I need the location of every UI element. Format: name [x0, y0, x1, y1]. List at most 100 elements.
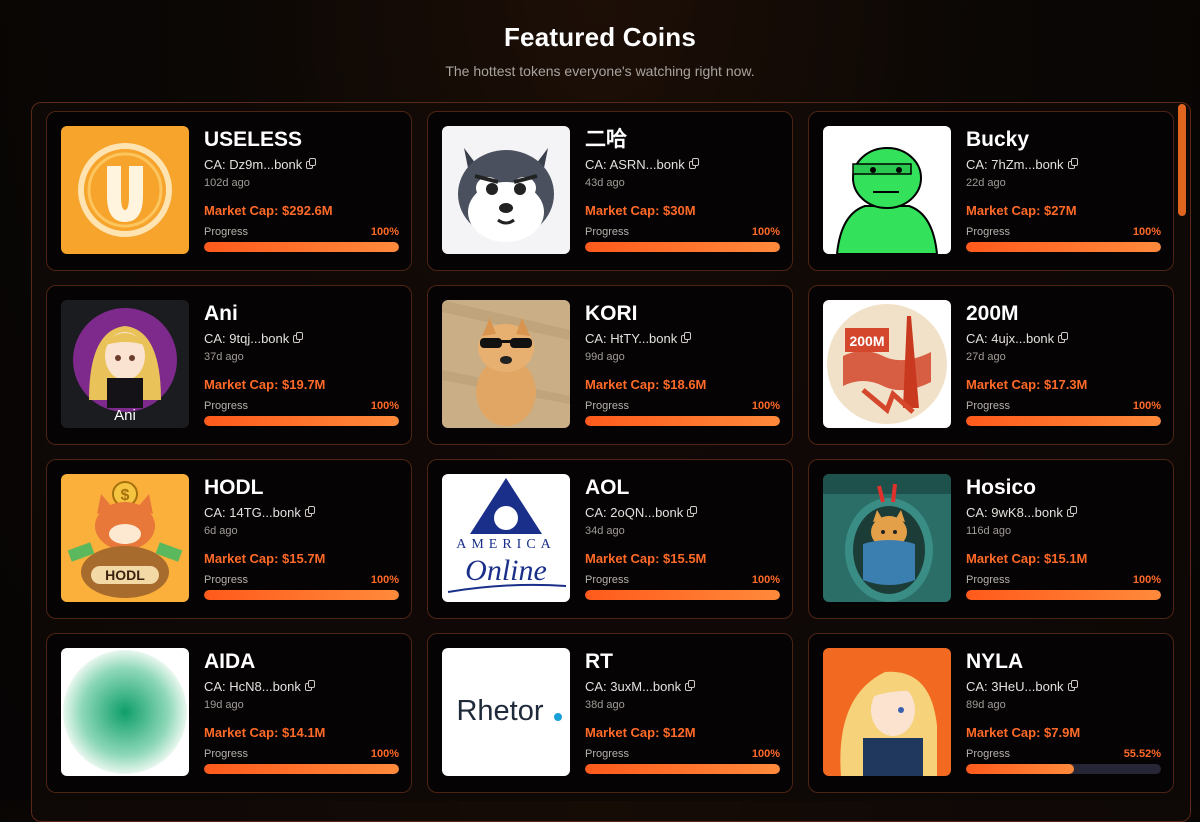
coin-image[interactable]	[442, 300, 570, 428]
copy-icon[interactable]	[688, 158, 700, 170]
progress-bar	[204, 242, 399, 252]
coin-image[interactable]: AMERICA Online	[442, 474, 570, 602]
progress-label: Progress	[585, 574, 630, 586]
copy-icon[interactable]	[1066, 506, 1078, 518]
copy-icon[interactable]	[687, 506, 698, 518]
scrollbar[interactable]	[1178, 104, 1186, 801]
page-subtitle: The hottest tokens everyone's watching r…	[445, 63, 755, 79]
coin-name[interactable]: Ani	[204, 301, 399, 327]
coin-card[interactable]: Ani Ani CA: 9tqj...bonk 37d ago Market C…	[46, 285, 412, 445]
coin-name[interactable]: RT	[585, 649, 780, 675]
progress-bar	[966, 590, 1161, 600]
coin-image[interactable]: Rhetor	[442, 648, 570, 776]
progress-fill	[585, 590, 780, 600]
coin-card[interactable]: AMERICA Online AOL CA: 2oQN...bonk 34d a…	[427, 459, 793, 619]
progress-label: Progress	[585, 226, 630, 238]
husky-face-image	[442, 126, 570, 254]
market-cap: Market Cap: $15.7M	[204, 551, 326, 566]
coin-name[interactable]: 200M	[966, 301, 1161, 327]
coin-name[interactable]: 二哈	[585, 127, 780, 153]
progress-label: Progress	[966, 748, 1011, 760]
coin-image[interactable]	[61, 126, 189, 254]
progress-label: Progress	[204, 574, 249, 586]
progress-fill	[204, 242, 399, 252]
progress-bar	[585, 416, 780, 426]
progress-fill	[204, 590, 399, 600]
dog-with-sunglasses-image	[442, 300, 570, 428]
coin-card[interactable]: USELESS CA: Dz9m...bonk 102d ago Market …	[46, 111, 412, 271]
progress-percent: 100%	[370, 400, 399, 412]
progress-fill	[966, 242, 1161, 252]
progress-bar	[966, 242, 1161, 252]
market-cap: Market Cap: $30M	[585, 203, 696, 218]
coin-image[interactable]: 200M	[823, 300, 951, 428]
progress-label: Progress	[966, 400, 1011, 412]
coin-card[interactable]: $ HODL HODL CA: 14TG...bonk 6d ago Marke…	[46, 459, 412, 619]
coin-image[interactable]	[823, 126, 951, 254]
copy-icon[interactable]	[304, 680, 316, 692]
progress-percent: 55.52%	[1123, 748, 1161, 760]
progress-fill	[966, 416, 1161, 426]
coin-card[interactable]: Bucky CA: 7hZm...bonk 22d ago Market Cap…	[808, 111, 1174, 271]
coin-name[interactable]: HODL	[204, 475, 399, 501]
coin-name[interactable]: Hosico	[966, 475, 1161, 501]
progress-bar	[585, 764, 780, 774]
coin-card[interactable]: 200M 200M CA: 4ujx...bonk 27d ago Market…	[808, 285, 1174, 445]
contract-address: CA: Dz9m...bonk	[204, 156, 303, 172]
contract-address: CA: HtTY...bonk	[585, 330, 678, 346]
progress-bar	[204, 416, 399, 426]
copy-icon[interactable]	[304, 506, 316, 518]
copy-icon[interactable]	[681, 332, 692, 344]
coin-name[interactable]: AIDA	[204, 649, 399, 675]
coin-image[interactable]	[442, 126, 570, 254]
market-cap: Market Cap: $14.1M	[204, 725, 326, 740]
coin-name[interactable]: NYLA	[966, 649, 1161, 675]
scrollbar-thumb[interactable]	[1178, 104, 1186, 216]
200m-poster-image: 200M	[823, 300, 951, 428]
coin-image[interactable]: $ HODL	[61, 474, 189, 602]
coin-card[interactable]: 二哈 CA: ASRN...bonk 43d ago Market Cap: $…	[427, 111, 793, 271]
coin-image[interactable]	[823, 648, 951, 776]
coin-card[interactable]: NYLA CA: 3HeU...bonk 89d ago Market Cap:…	[808, 633, 1174, 793]
progress-label: Progress	[204, 748, 249, 760]
page-title: Featured Coins	[503, 22, 697, 52]
coin-card[interactable]: KORI CA: HtTY...bonk 99d ago Market Cap:…	[427, 285, 793, 445]
coin-card[interactable]: Hosico CA: 9wK8...bonk 116d ago Market C…	[808, 459, 1174, 619]
copy-icon[interactable]	[685, 680, 696, 692]
coin-card[interactable]: Rhetor RT CA: 3uxM...bonk 38d ago Market…	[427, 633, 793, 793]
market-cap: Market Cap: $7.9M	[966, 725, 1081, 740]
progress-fill	[966, 590, 1161, 600]
progress-fill	[585, 242, 780, 252]
coin-age: 37d ago	[204, 351, 244, 363]
coin-image[interactable]: Ani	[61, 300, 189, 428]
copy-icon[interactable]	[1067, 680, 1079, 692]
progress-percent: 100%	[370, 226, 399, 238]
coin-age: 22d ago	[966, 177, 1006, 189]
coin-image[interactable]	[823, 474, 951, 602]
market-cap: Market Cap: $27M	[966, 203, 1077, 218]
progress-bar	[966, 416, 1161, 426]
useless-logo-image	[61, 126, 189, 254]
progress-percent: 100%	[1132, 400, 1161, 412]
coin-name[interactable]: AOL	[585, 475, 780, 501]
progress-percent: 100%	[1132, 226, 1161, 238]
coin-age: 102d ago	[204, 177, 250, 189]
coin-name[interactable]: USELESS	[204, 127, 399, 153]
copy-icon[interactable]	[306, 158, 317, 170]
market-cap: Market Cap: $15.5M	[585, 551, 707, 566]
anime-blonde-girl-image	[823, 648, 951, 776]
coin-card[interactable]: AIDA CA: HcN8...bonk 19d ago Market Cap:…	[46, 633, 412, 793]
copy-icon[interactable]	[1058, 332, 1069, 344]
copy-icon[interactable]	[1067, 158, 1079, 170]
anime-girl-avatar-image: Ani	[61, 300, 189, 428]
coin-name[interactable]: Bucky	[966, 127, 1161, 153]
market-cap: Market Cap: $15.1M	[966, 551, 1088, 566]
coin-name[interactable]: KORI	[585, 301, 780, 327]
progress-percent: 100%	[751, 226, 780, 238]
progress-percent: 100%	[751, 748, 780, 760]
progress-bar	[966, 764, 1161, 774]
contract-address: CA: 9tqj...bonk	[204, 330, 290, 346]
copy-icon[interactable]	[293, 332, 304, 344]
progress-label: Progress	[966, 226, 1011, 238]
coin-image[interactable]	[61, 648, 189, 776]
